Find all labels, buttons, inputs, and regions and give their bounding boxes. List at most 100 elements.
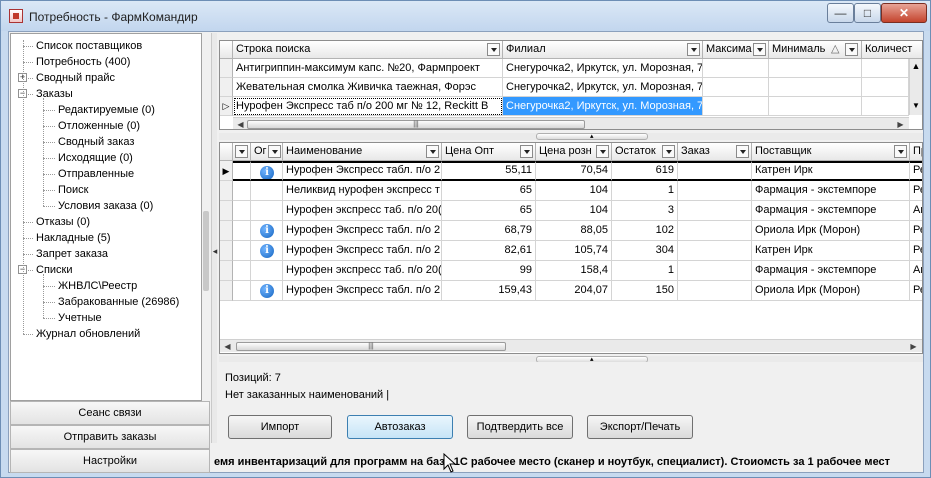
branch-cell[interactable]: Снегурочка2, Иркутск, ул. Морозная, 7: [503, 78, 703, 97]
import-button[interactable]: Импорт: [228, 415, 332, 439]
settings-button[interactable]: Настройки: [10, 449, 210, 473]
search-grid-vscrollbar[interactable]: ▲ ▼: [909, 59, 922, 115]
og-cell[interactable]: [251, 181, 283, 201]
table-row[interactable]: i Нурофен Экспресс табл. п/о 2 82,61 105,74…: [220, 241, 922, 261]
column-filter-dropdown-icon[interactable]: [487, 43, 500, 56]
column-header-order[interactable]: Заказ: [678, 143, 752, 161]
selector-cell[interactable]: [233, 221, 251, 241]
supplier-cell[interactable]: Фармация - экстемпоре: [752, 181, 910, 201]
tree-item[interactable]: Отложенные (0): [58, 118, 140, 134]
row-indicator[interactable]: [220, 241, 233, 261]
stock-cell[interactable]: 102: [612, 221, 678, 241]
price-opt-cell[interactable]: 65: [442, 201, 536, 221]
supplier-cell[interactable]: Катрен Ирк: [752, 161, 910, 181]
tree-item[interactable]: Накладные (5): [36, 230, 111, 246]
max-cell[interactable]: [703, 59, 769, 78]
row-indicator[interactable]: [220, 221, 233, 241]
og-cell[interactable]: i: [251, 281, 283, 301]
tree-item[interactable]: Забракованные (26986): [58, 294, 179, 310]
extra-cell[interactable]: Ре: [910, 161, 922, 181]
tree-item[interactable]: Сводный заказ: [58, 134, 134, 150]
max-cell[interactable]: [703, 78, 769, 97]
tree-item[interactable]: Поиск: [58, 182, 88, 198]
tree-item[interactable]: Заказы: [36, 86, 73, 102]
selector-cell[interactable]: [233, 161, 251, 181]
column-filter-dropdown-icon[interactable]: [753, 43, 766, 56]
tree-item[interactable]: Запрет заказа: [36, 246, 108, 262]
column-header-supplier[interactable]: Поставщик: [752, 143, 910, 161]
price-retail-cell[interactable]: 104: [536, 201, 612, 221]
search-grid-hscrollbar[interactable]: ◀ ||| ▶: [233, 117, 909, 129]
order-cell[interactable]: [678, 241, 752, 261]
tree-item[interactable]: Редактируемые (0): [58, 102, 155, 118]
row-indicator[interactable]: [220, 181, 233, 201]
minimize-button[interactable]: —: [827, 3, 854, 23]
price-retail-cell[interactable]: 70,54: [536, 161, 612, 181]
table-row[interactable]: Нурофен экспресс таб. п/о 20(65 104 3 Фарма…: [220, 201, 922, 221]
row-indicator[interactable]: ▶: [220, 161, 233, 181]
column-filter-dropdown-icon[interactable]: [736, 145, 749, 158]
extra-cell[interactable]: Ре: [910, 281, 922, 301]
export-print-button[interactable]: Экспорт/Печать: [587, 415, 693, 439]
table-row[interactable]: Неликвид нурофен экспресс т 65 104 1 Фармаци…: [220, 181, 922, 201]
tree-item[interactable]: Отказы (0): [36, 214, 90, 230]
min-cell[interactable]: [769, 97, 862, 116]
column-filter-dropdown-icon[interactable]: [845, 43, 858, 56]
stock-cell[interactable]: 304: [612, 241, 678, 261]
selector-cell[interactable]: [233, 201, 251, 221]
product-name-cell[interactable]: Нурофен Экспресс табл. п/о 2: [283, 241, 442, 261]
price-retail-cell[interactable]: 104: [536, 181, 612, 201]
stock-cell[interactable]: 1: [612, 181, 678, 201]
price-opt-cell[interactable]: 55,11: [442, 161, 536, 181]
tree-item[interactable]: Отправленные: [58, 166, 134, 182]
price-opt-cell[interactable]: 68,79: [442, 221, 536, 241]
info-icon[interactable]: i: [260, 224, 274, 238]
column-header-search-line[interactable]: Строка поиска: [233, 41, 503, 59]
grid-splitter-top[interactable]: ▴: [219, 133, 923, 140]
extra-cell[interactable]: Ре: [910, 221, 922, 241]
price-retail-cell[interactable]: 105,74: [536, 241, 612, 261]
order-cell[interactable]: [678, 281, 752, 301]
supplier-cell[interactable]: Катрен Ирк: [752, 241, 910, 261]
order-cell[interactable]: [678, 181, 752, 201]
scroll-right-icon[interactable]: ▶: [895, 119, 906, 129]
scroll-left-icon[interactable]: ◀: [235, 119, 246, 129]
min-cell[interactable]: [769, 59, 862, 78]
confirm-all-button[interactable]: Подтвердить все: [467, 415, 573, 439]
column-filter-dropdown-icon[interactable]: [662, 145, 675, 158]
column-header-stock[interactable]: Остаток: [612, 143, 678, 161]
autoorder-button[interactable]: Автозаказ: [347, 415, 453, 439]
max-cell[interactable]: [703, 97, 769, 116]
search-line-cell[interactable]: Жевательная смолка Живичка таежная, Форэ…: [233, 78, 503, 97]
column-filter-dropdown-icon[interactable]: [235, 145, 248, 158]
column-header-qty[interactable]: Количест: [862, 41, 922, 59]
min-cell[interactable]: [769, 78, 862, 97]
session-button[interactable]: Сеанс связи: [10, 401, 210, 425]
product-name-cell[interactable]: Неликвид нурофен экспресс т: [283, 181, 442, 201]
tree-item[interactable]: ЖНВЛС\Реестр: [58, 278, 137, 294]
product-name-cell[interactable]: Нурофен экспресс таб. п/о 20(: [283, 201, 442, 221]
collapse-left-icon[interactable]: ◂: [212, 245, 218, 257]
price-opt-cell[interactable]: 99: [442, 261, 536, 281]
offers-grid-hscrollbar[interactable]: ◀ ||| ▶: [220, 339, 922, 352]
qty-cell[interactable]: [862, 78, 909, 97]
price-opt-cell[interactable]: 159,43: [442, 281, 536, 301]
tree-item[interactable]: Потребность (400): [36, 54, 130, 70]
supplier-cell[interactable]: Ориола Ирк (Морон): [752, 221, 910, 241]
tree-item[interactable]: Условия заказа (0): [58, 198, 153, 214]
selector-cell[interactable]: [233, 261, 251, 281]
column-header-price-retail[interactable]: Цена розн: [536, 143, 612, 161]
scroll-down-icon[interactable]: ▼: [911, 101, 921, 113]
supplier-cell[interactable]: Фармация - экстемпоре: [752, 201, 910, 221]
product-name-cell[interactable]: Нурофен экспресс таб. п/о 20(: [283, 261, 442, 281]
product-name-cell[interactable]: Нурофен Экспресс табл. п/о 2: [283, 161, 442, 181]
branch-cell[interactable]: Снегурочка2, Иркутск, ул. Морозная, 7: [503, 97, 703, 116]
column-filter-dropdown-icon[interactable]: [268, 145, 281, 158]
tree-scrollbar[interactable]: [202, 33, 210, 401]
price-retail-cell[interactable]: 204,07: [536, 281, 612, 301]
tree-item[interactable]: Учетные: [58, 310, 102, 326]
info-icon[interactable]: i: [260, 284, 274, 298]
stock-cell[interactable]: 3: [612, 201, 678, 221]
selector-cell[interactable]: [233, 241, 251, 261]
extra-cell[interactable]: Ре: [910, 181, 922, 201]
